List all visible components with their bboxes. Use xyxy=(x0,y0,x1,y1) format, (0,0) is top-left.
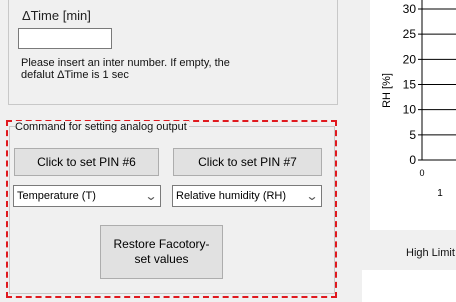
restore-factory-button[interactable]: Restore Facotory-set values xyxy=(100,225,223,279)
y-tick-label: 20 xyxy=(403,52,417,66)
delta-time-label: ΔTime [min] xyxy=(22,8,91,23)
x-tick-label: 0 xyxy=(419,168,424,178)
set-pin6-button[interactable]: Click to set PIN #6 xyxy=(14,148,159,176)
chevron-down-icon: ⌄ xyxy=(144,189,158,203)
y-tick-label: 5 xyxy=(409,128,416,142)
pin7-select-value: Relative humidity (RH) xyxy=(176,190,287,202)
y-tick-label: 10 xyxy=(403,103,417,117)
y-tick-label: 30 xyxy=(403,2,417,16)
pin7-variable-select[interactable]: Relative humidity (RH) ⌄ xyxy=(172,185,322,207)
y-tick-label: 25 xyxy=(403,27,417,41)
pin6-select-value: Temperature (T) xyxy=(17,190,96,202)
analog-output-group-title: Command for setting analog output xyxy=(15,121,189,133)
high-limit-label: High Limit xyxy=(406,247,455,259)
pin6-variable-select[interactable]: Temperature (T) ⌄ xyxy=(13,185,161,207)
rh-chart: 0 5 10 15 20 25 30 0 1 RH [%] xyxy=(381,0,456,199)
high-limit-field-area xyxy=(362,270,456,302)
chevron-down-icon: ⌄ xyxy=(305,189,319,203)
delta-time-input[interactable] xyxy=(18,28,112,49)
y-axis-label: RH [%] xyxy=(381,73,393,108)
rh-chart-panel: 0 5 10 15 20 25 30 0 1 RH [%] xyxy=(370,0,456,230)
y-tick-label: 0 xyxy=(409,153,416,167)
y-tick-label: 15 xyxy=(403,78,417,92)
x-tick-label: 1 xyxy=(437,188,443,199)
delta-time-help-text: Please insert an inter number. If empty,… xyxy=(21,57,230,81)
set-pin7-button[interactable]: Click to set PIN #7 xyxy=(173,148,322,176)
